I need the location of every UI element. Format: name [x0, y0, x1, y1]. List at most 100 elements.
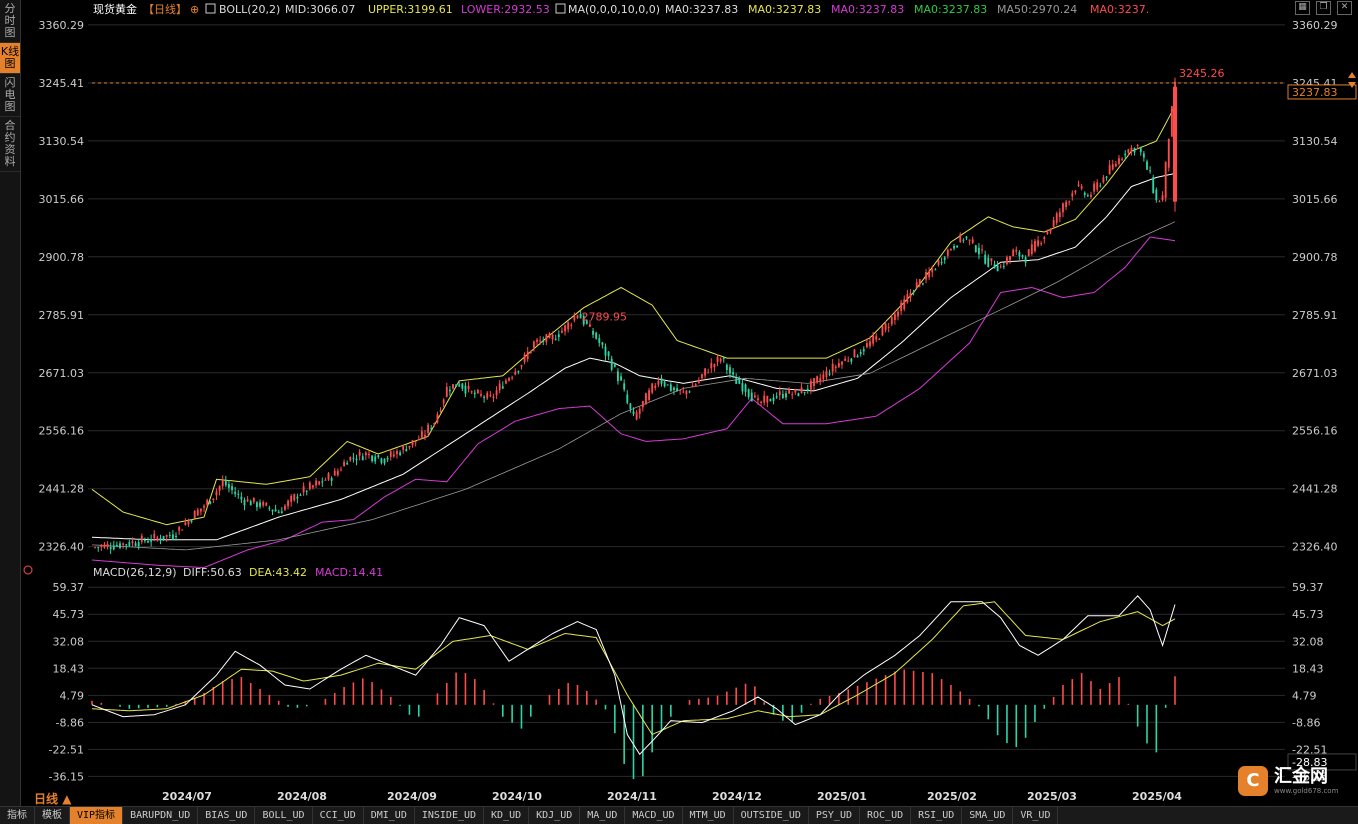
- candle-body: [844, 358, 847, 361]
- indicator-tab[interactable]: MA_UD: [580, 807, 626, 824]
- candle-body: [660, 378, 663, 384]
- candle-body: [847, 360, 850, 362]
- candle-body: [501, 386, 504, 389]
- candle-body: [601, 342, 604, 345]
- candle-body: [573, 316, 576, 321]
- main-y-axis-left: 3360.29 3245.41 3130.54 3015.66 2900.78 2785.…: [39, 19, 85, 554]
- candle-body: [1173, 86, 1177, 202]
- indicator-tab[interactable]: VIP指标: [70, 807, 124, 824]
- candle-body: [349, 456, 352, 461]
- candle-body: [1093, 183, 1096, 192]
- candle-body: [380, 458, 383, 463]
- candle-body: [869, 341, 871, 347]
- candle-body: [1149, 170, 1152, 172]
- candle-body: [788, 389, 791, 394]
- indicator-tab[interactable]: BIAS_UD: [198, 807, 256, 824]
- candle-body: [473, 392, 476, 395]
- ma-name: MA(0,0,0,10,0,0): [568, 3, 660, 16]
- candle-body: [448, 389, 451, 392]
- candle-body: [480, 394, 482, 396]
- macd-indicator-icon[interactable]: [23, 565, 33, 575]
- x-tick: 2024/09: [387, 790, 437, 803]
- main-y-tick-right: 3360.29: [1292, 19, 1338, 32]
- indicator-tab[interactable]: PSY_UD: [809, 807, 860, 824]
- candle-body: [878, 338, 881, 340]
- candle-body: [156, 537, 159, 540]
- candle-body: [1102, 177, 1105, 183]
- candle-body: [1086, 195, 1089, 197]
- candle-body: [492, 396, 495, 398]
- indicator-tab[interactable]: SMA_UD: [962, 807, 1014, 824]
- brand-logo: C 汇金网 www.gold678.com: [1238, 766, 1338, 796]
- macd-macd: MACD:14.41: [315, 566, 383, 579]
- candle-body: [103, 544, 106, 548]
- macd-name: MACD(26,12,9): [93, 566, 177, 579]
- candle-body: [626, 394, 629, 403]
- indicator-tab[interactable]: BOLL_UD: [255, 807, 313, 824]
- candle-body: [165, 535, 168, 537]
- candle-body: [694, 384, 697, 386]
- candle-body: [336, 470, 339, 476]
- candle-body: [794, 388, 797, 393]
- x-tick: 2025/02: [927, 790, 977, 803]
- indicator-tab[interactable]: ROC_UD: [860, 807, 912, 824]
- boll-indicator-icon[interactable]: [205, 3, 216, 14]
- indicator-tab[interactable]: KDJ_UD: [529, 807, 581, 824]
- indicator-tab[interactable]: CCI_UD: [313, 807, 364, 824]
- candle-body: [218, 485, 221, 491]
- period-selector[interactable]: 日线 ▲: [34, 790, 71, 807]
- candle-body: [1077, 184, 1080, 186]
- candle-body: [722, 357, 725, 359]
- candle-body: [106, 543, 109, 548]
- indicator-tab[interactable]: VR_UD: [1013, 807, 1059, 824]
- macd-y-axis-left: 59.37 45.73 32.08 18.43 4.79 -8.86 -22.51 -36.1…: [49, 581, 84, 783]
- candle-body: [162, 535, 165, 540]
- candle-body: [816, 376, 819, 383]
- candle-body: [115, 545, 118, 547]
- candle-body: [953, 245, 955, 249]
- candle-body: [928, 271, 931, 278]
- candle-body: [358, 451, 361, 456]
- candle-body: [143, 539, 146, 541]
- candle-body: [361, 456, 364, 461]
- indicator-tab[interactable]: 指标: [0, 807, 35, 824]
- candle-body: [592, 330, 594, 335]
- settings-icon[interactable]: ⊕: [190, 3, 199, 16]
- candle-body: [442, 399, 445, 404]
- candle-body: [806, 388, 809, 391]
- indicator-tab[interactable]: 模板: [35, 807, 70, 824]
- candle-body: [168, 534, 171, 536]
- indicator-tab[interactable]: MACD_UD: [625, 807, 683, 824]
- annotation-local-high: 2789.95: [581, 311, 627, 324]
- candle-body: [445, 386, 448, 397]
- indicator-tab[interactable]: DMI_UD: [364, 807, 415, 824]
- candle-body: [333, 470, 336, 476]
- indicator-tab[interactable]: MTM_UD: [683, 807, 734, 824]
- candle-body: [1052, 220, 1055, 227]
- candle-body: [433, 422, 436, 425]
- indicator-tab[interactable]: KD_UD: [484, 807, 530, 824]
- indicator-tab[interactable]: BARUPDN_UD: [123, 807, 199, 824]
- candle-body: [224, 480, 227, 486]
- candle-body: [841, 361, 843, 365]
- indicator-tab[interactable]: RSI_UD: [911, 807, 963, 824]
- candle-body: [831, 363, 834, 372]
- candle-body: [399, 452, 402, 456]
- candle-body: [187, 520, 190, 525]
- x-tick: 2024/11: [607, 790, 657, 803]
- candle-body: [1018, 252, 1021, 257]
- candle-body: [906, 294, 909, 303]
- candle-body: [729, 367, 731, 374]
- candle-body: [1037, 240, 1039, 246]
- candle-body: [641, 400, 644, 408]
- ma-indicator-icon[interactable]: [555, 3, 566, 14]
- kline-chart[interactable]: 现货黄金 【日线】 ⊕ BOLL(20,2) MID:3066.07 UPPER…: [0, 0, 1358, 806]
- candle-body: [837, 363, 840, 367]
- candle-body: [666, 384, 669, 386]
- indicator-tab[interactable]: INSIDE_UD: [415, 807, 485, 824]
- indicator-tab[interactable]: OUTSIDE_UD: [734, 807, 809, 824]
- candle-body: [1074, 190, 1077, 193]
- candle-body: [682, 391, 685, 393]
- macd-header: MACD(26,12,9) DIFF:50.63 DEA:43.42 MACD:…: [23, 565, 383, 579]
- x-tick: 2024/07: [162, 790, 212, 803]
